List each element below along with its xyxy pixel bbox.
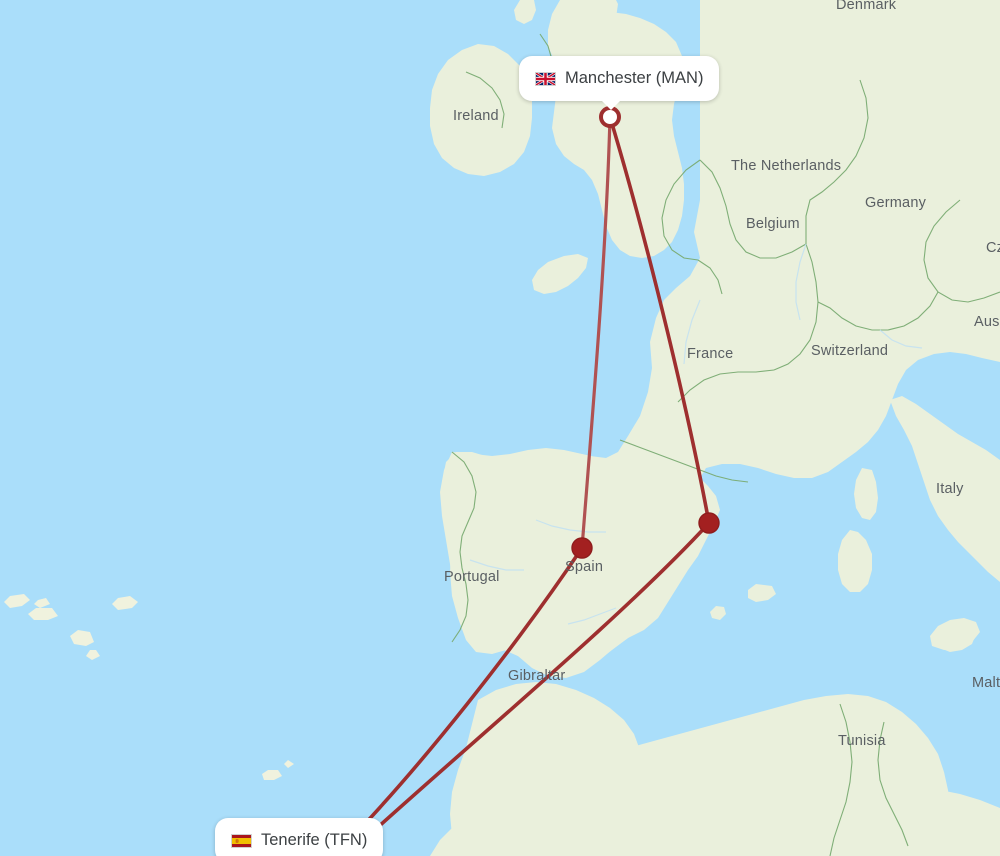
airport-tooltip-man[interactable]: Manchester (MAN) [519,56,720,110]
map-canvas [0,0,1000,856]
airport-label-tfn: Tenerife (TFN) [261,831,368,849]
airport-label-man: Manchester (MAN) [565,69,704,87]
spain-flag [231,833,252,848]
flight-route-map[interactable]: Denmark Ireland The Netherlands Germany … [0,0,1000,856]
land-ireland [430,44,532,176]
waypoint-marker-madrid [571,537,593,559]
waypoint-marker-barcelona [698,512,720,534]
airport-marker-man[interactable] [599,106,621,128]
united-kingdom-flag [535,71,556,86]
airport-tooltip-tfn[interactable]: Tenerife (TFN) [215,818,384,856]
tooltip-tail-man [601,100,621,110]
